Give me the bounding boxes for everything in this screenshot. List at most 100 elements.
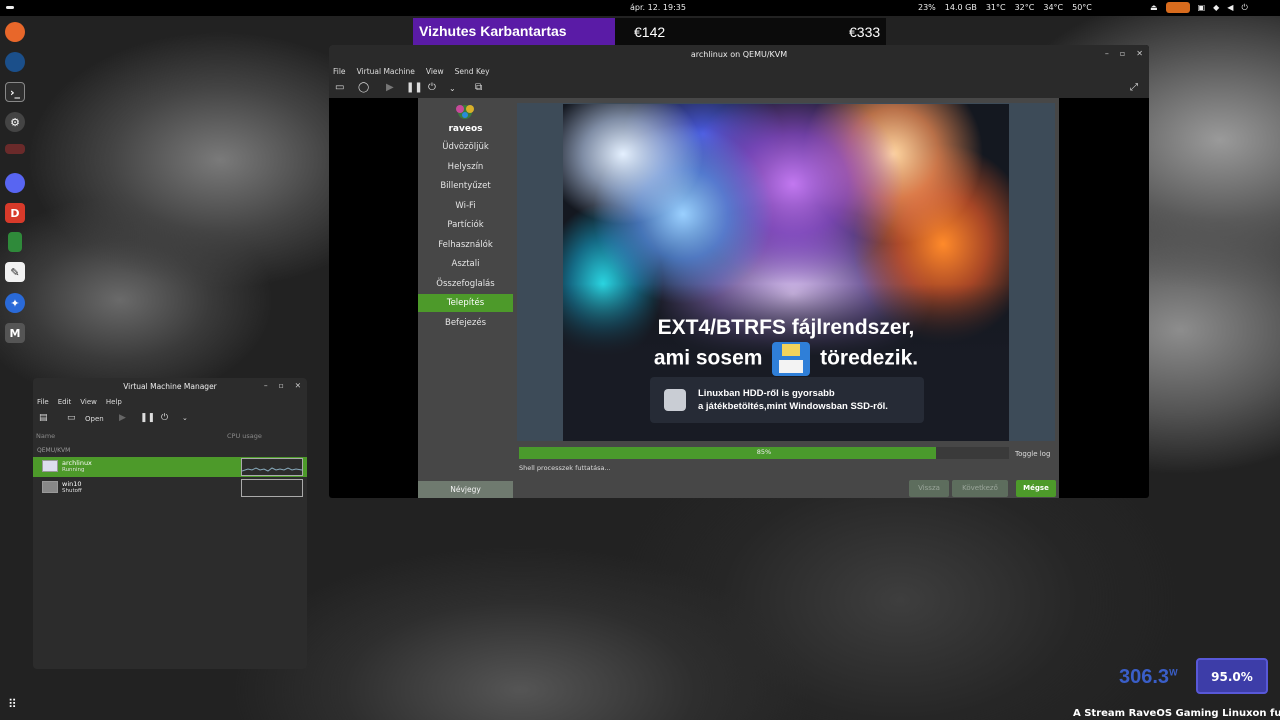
info-icon[interactable]: ◯ [358,82,369,93]
vmm-title: Virtual Machine Manager [123,382,217,391]
step-install: Telepítés [418,294,513,312]
back-button[interactable]: Vissza [909,480,949,497]
vmm-menubar: File Edit View Help [33,394,307,408]
stream-overlay-bar: Vizhutes Karbantartas €142 €333 [413,18,886,45]
dc-app-icon[interactable]: D [5,203,25,223]
app-grid-icon[interactable]: ⠿ [8,697,17,711]
connection-group[interactable]: QEMU/KVM [37,447,70,454]
eject-icon[interactable]: ⏏ [1150,3,1158,12]
install-progress-bar: 85% [519,447,1009,459]
logo-text: raveos [448,124,483,134]
floppy-disk-icon [772,342,811,376]
run-icon[interactable]: ▶ [386,82,394,93]
console-icon[interactable]: ▭ [335,82,344,93]
vmm-menu-file[interactable]: File [37,398,49,408]
info-line-1: Linuxban HDD-ről is gyorsabb [698,388,835,399]
steam-icon[interactable] [5,52,25,72]
battery-indicator: 23% [918,3,936,12]
text-editor-icon[interactable]: ✎ [5,262,25,282]
snapshot-icon[interactable]: ⧉ [475,82,482,93]
step-summary: Összefoglalás [436,279,495,289]
progress-label: 85% [756,448,772,456]
close-icon[interactable]: ✕ [1136,49,1143,58]
cancel-button[interactable]: Mégse [1016,480,1056,497]
power-menu-icon[interactable]: ⏻ [1241,3,1247,13]
pause-icon[interactable]: ❚❚ [406,82,423,93]
shutdown-icon[interactable]: ⏻ [161,413,168,423]
close-icon[interactable]: ✕ [295,381,301,390]
clock[interactable]: ápr. 12. 19:35 [630,3,686,12]
app-bar-icon[interactable] [5,144,25,154]
maximize-icon[interactable]: ▫ [1120,49,1125,58]
vm-name: archlinux [62,459,92,467]
pause-icon[interactable]: ❚❚ [140,413,155,423]
slide-headline: EXT4/BTRFS fájlrendszer, ami sosem töred… [563,314,1009,376]
fullscreen-icon[interactable]: ⤢ [1130,82,1138,93]
virt-manager-icon[interactable]: ✦ [5,293,25,313]
notes-icon[interactable] [8,232,22,252]
temp-indicator-3: 34°C [1043,3,1064,12]
power-unit: W [1169,667,1178,678]
vm-name: win10 [62,480,82,488]
open-button[interactable]: Open [85,415,104,423]
slide-image: EXT4/BTRFS fájlrendszer, ami sosem töred… [563,104,1009,441]
menu-file[interactable]: File [333,67,346,78]
slideshow-area: EXT4/BTRFS fájlrendszer, ami sosem töred… [517,103,1055,441]
installer-sidebar: raveos Üdvözöljük Helyszín Billentyűzet … [418,98,513,498]
menu-send-key[interactable]: Send Key [455,67,490,78]
headline-line-2-pre: ami sosem [653,346,763,370]
new-vm-icon[interactable]: ▤ [39,413,48,423]
menu-virtual-machine[interactable]: Virtual Machine [357,67,415,78]
open-console-icon[interactable]: ▭ [67,413,76,423]
next-button[interactable]: Következő [952,480,1008,497]
headline-line-2-post: töredezik. [820,346,919,370]
volume-icon[interactable]: ◀ [1227,3,1233,12]
network-icon[interactable]: ◆ [1213,3,1219,12]
step-desktop: Asztali [451,259,480,269]
discord-icon[interactable] [5,173,25,193]
step-finish: Befejezés [445,318,486,328]
activities-button[interactable] [6,6,14,9]
status-text: Shell processzek futtatása... [519,464,611,472]
vmm-titlebar[interactable]: Virtual Machine Manager – ▫ ✕ [33,378,307,394]
qemu-titlebar[interactable]: archlinux on QEMU/KVM – ▫ ✕ [329,45,1149,63]
game-app-icon[interactable]: M [5,323,25,343]
memory-indicator: 14.0 GB [944,3,977,12]
terminal-icon[interactable]: ›_ [5,82,25,102]
step-partitions: Partíciók [447,220,484,230]
hdd-icon [664,389,686,411]
run-icon[interactable]: ▶ [119,413,126,423]
temp-indicator-4: 50°C [1072,3,1092,12]
power-value: 306.3 [1119,666,1170,688]
vmm-menu-view[interactable]: View [80,398,97,408]
minimize-icon[interactable]: – [1105,49,1109,58]
usage-badge: 95.0% [1196,658,1268,694]
step-location: Helyszín [447,162,484,172]
monitor-icon [42,460,58,472]
vm-row[interactable]: archlinux Running [33,457,307,477]
settings-icon[interactable]: ⚙ [5,112,25,132]
chevron-down-icon[interactable]: ⌄ [449,84,456,93]
chevron-down-icon[interactable]: ⌄ [182,414,188,422]
firefox-icon[interactable] [5,22,25,42]
toggle-log-button[interactable]: Toggle log [1015,450,1050,458]
vm-state: Running [62,467,85,473]
vmm-menu-edit[interactable]: Edit [58,398,72,408]
menu-view[interactable]: View [426,67,444,78]
shutdown-icon[interactable]: ⏻ [428,82,436,93]
overlay-title: Vizhutes Karbantartas [413,18,615,45]
minimize-icon[interactable]: – [264,381,268,390]
top-panel: ápr. 12. 19:35 23% 14.0 GB 31°C 32°C 34°… [0,0,1280,16]
chat-icon[interactable]: ▣ [1198,3,1206,12]
column-cpu-usage[interactable]: CPU usage [227,432,262,440]
monitor-icon [42,481,58,493]
vm-row[interactable]: win10 Shutoff [33,478,307,498]
about-button[interactable]: Névjegy [418,481,513,498]
maximize-icon[interactable]: ▫ [279,381,284,390]
column-name[interactable]: Name [36,432,55,440]
recording-icon[interactable] [1165,2,1190,13]
system-stats: 23% 14.0 GB 31°C 32°C 34°C 50°C [918,3,1092,12]
vmm-menu-help[interactable]: Help [106,398,122,408]
cpu-usage-graph [241,479,303,497]
step-wifi: Wi-Fi [455,201,476,211]
